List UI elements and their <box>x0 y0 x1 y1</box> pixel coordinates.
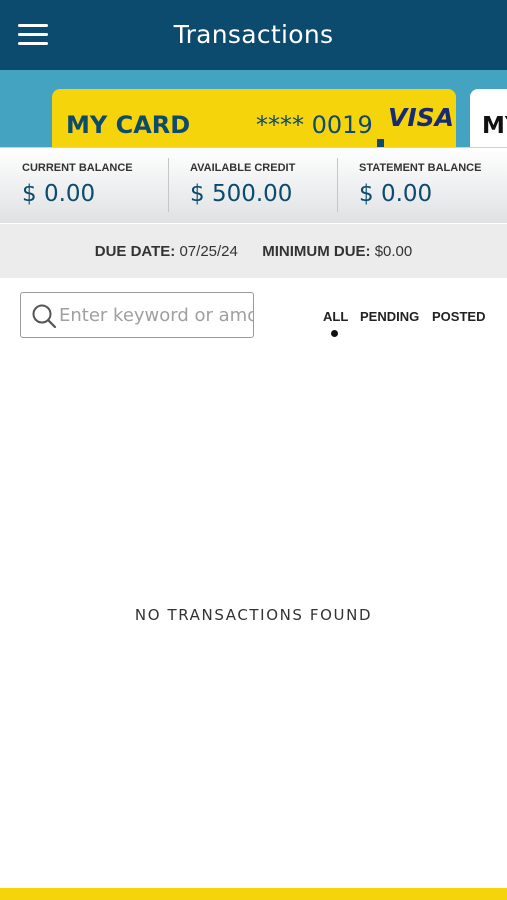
next-card-tile[interactable]: MY <box>470 89 507 148</box>
search-box[interactable] <box>20 292 254 338</box>
card-name: MY CARD <box>66 111 191 139</box>
card-number: **** 0019 <box>256 111 373 139</box>
bottom-accent-bar <box>0 888 507 900</box>
tab-all[interactable]: ALL <box>323 309 348 324</box>
search-input[interactable] <box>59 301 253 329</box>
due-date-label: DUE DATE: <box>94 243 176 260</box>
empty-state-message: NO TRANSACTIONS FOUND <box>134 606 373 624</box>
card-tile[interactable]: MY CARD **** 0019 VISA <box>52 89 456 148</box>
balance-summary: CURRENT BALANCE $ 0.00 AVAILABLE CREDIT … <box>0 147 507 223</box>
card-carousel[interactable]: MY CARD **** 0019 VISA MY <box>0 70 507 148</box>
statement-balance-label: STATEMENT BALANCE <box>359 162 482 174</box>
available-credit-label: AVAILABLE CREDIT <box>190 162 296 174</box>
visa-logo: VISA <box>388 103 455 132</box>
due-info-bar: DUE DATE: 07/25/24 MINIMUM DUE: $0.00 <box>0 224 507 278</box>
top-app-bar: Transactions <box>0 0 507 70</box>
search-icon <box>32 304 57 329</box>
current-balance-label: CURRENT BALANCE <box>22 162 133 174</box>
minimum-due-value: $0.00 <box>374 243 413 260</box>
available-credit-value: $ 500.00 <box>190 181 293 207</box>
divider <box>168 158 169 212</box>
next-card-name: MY <box>482 113 507 139</box>
page-title: Transactions <box>173 20 334 49</box>
minimum-due-label: MINIMUM DUE: <box>262 243 371 260</box>
tab-posted[interactable]: POSTED <box>432 309 485 324</box>
statement-balance-value: $ 0.00 <box>359 181 433 207</box>
tab-pending[interactable]: PENDING <box>360 309 419 324</box>
current-balance-value: $ 0.00 <box>22 181 96 207</box>
divider <box>337 158 338 212</box>
due-date-value: 07/25/24 <box>179 243 238 260</box>
active-tab-indicator <box>331 330 338 337</box>
